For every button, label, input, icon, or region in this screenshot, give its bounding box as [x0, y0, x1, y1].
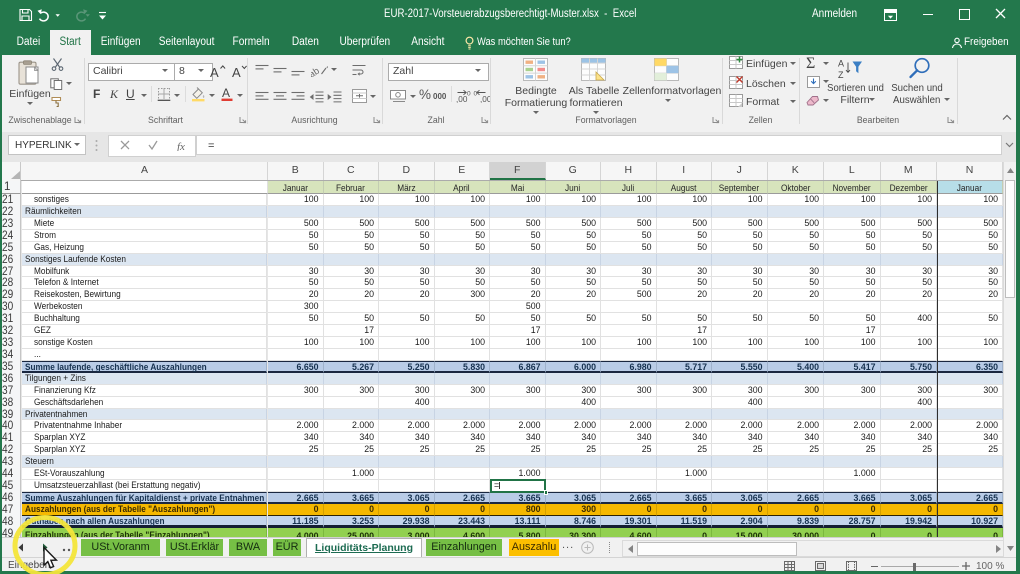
svg-text:A: A — [232, 65, 241, 80]
svg-text:,00: ,00 — [480, 95, 490, 103]
svg-text:A: A — [838, 59, 844, 69]
svg-text:Z: Z — [838, 70, 844, 80]
svg-text:0: 0 — [474, 91, 478, 98]
svg-text:0: 0 — [467, 91, 471, 98]
svg-text:fx: fx — [177, 141, 185, 151]
svg-text:A: A — [222, 86, 230, 100]
svg-text:A: A — [210, 65, 219, 80]
svg-text:ab: ab — [311, 66, 322, 77]
svg-text:,00: ,00 — [456, 95, 468, 103]
